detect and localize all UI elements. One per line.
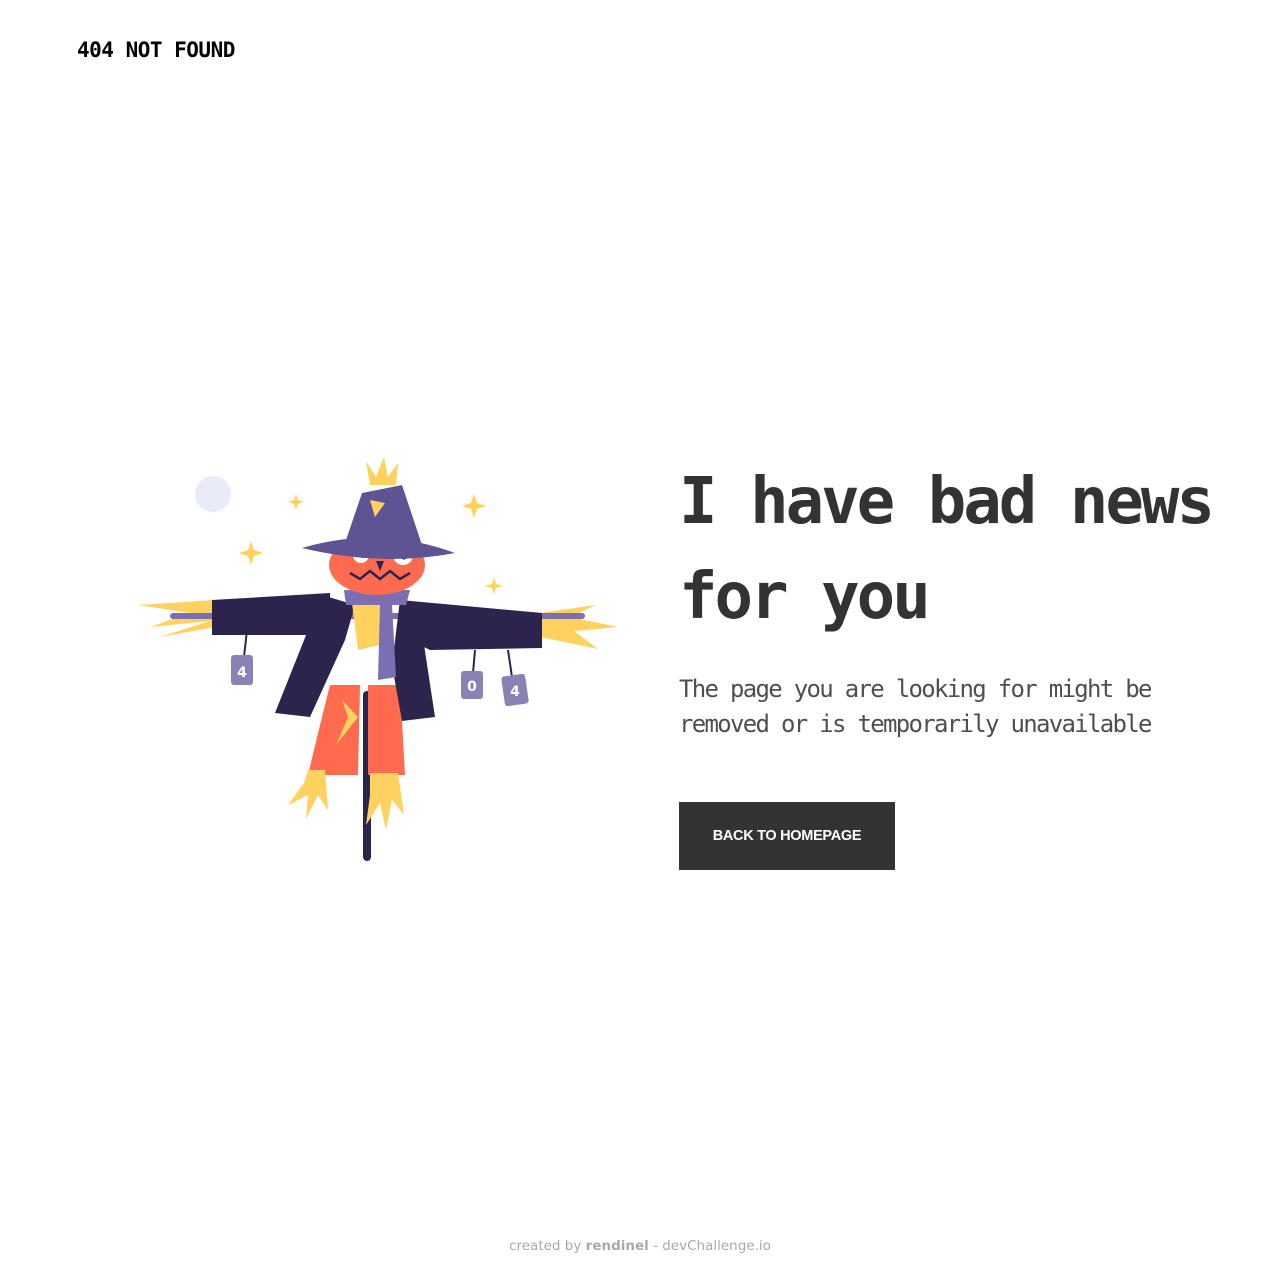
brand-logo[interactable]: 404 NOT FOUND — [77, 38, 235, 62]
message-line: removed or is temporarily unavailable — [679, 710, 1152, 738]
star-icon — [485, 577, 503, 595]
star-icon — [462, 494, 486, 518]
back-to-homepage-button[interactable]: BACK TO HOMEPAGE — [679, 802, 895, 870]
message-line: The page you are looking for might be — [679, 675, 1152, 703]
page-headline: I have bad news for you — [679, 455, 1280, 645]
footer-author-link[interactable]: rendinel — [586, 1238, 649, 1254]
hat-crown — [345, 485, 422, 545]
star-icon — [288, 494, 304, 510]
right-hand-straw — [540, 605, 618, 649]
left-foot-straw — [288, 770, 328, 819]
svg-text:4: 4 — [510, 684, 520, 700]
headline-line: I have bad news — [679, 465, 1215, 539]
footer-suffix[interactable]: - devChallenge.io — [649, 1238, 771, 1254]
footer-credit: created by rendinel - devChallenge.io — [0, 1238, 1280, 1254]
scarecrow-illustration: 4 0 4 — [138, 457, 618, 861]
right-foot-straw — [366, 773, 404, 830]
footer-prefix: created by — [509, 1238, 586, 1254]
star-icon — [239, 541, 263, 565]
svg-text:0: 0 — [467, 679, 477, 695]
moon-circle — [195, 476, 231, 512]
hat-straw — [366, 457, 398, 485]
error-message: The page you are looking for might be re… — [679, 672, 1269, 742]
headline-line: for you — [679, 560, 931, 634]
svg-text:4: 4 — [237, 665, 247, 681]
